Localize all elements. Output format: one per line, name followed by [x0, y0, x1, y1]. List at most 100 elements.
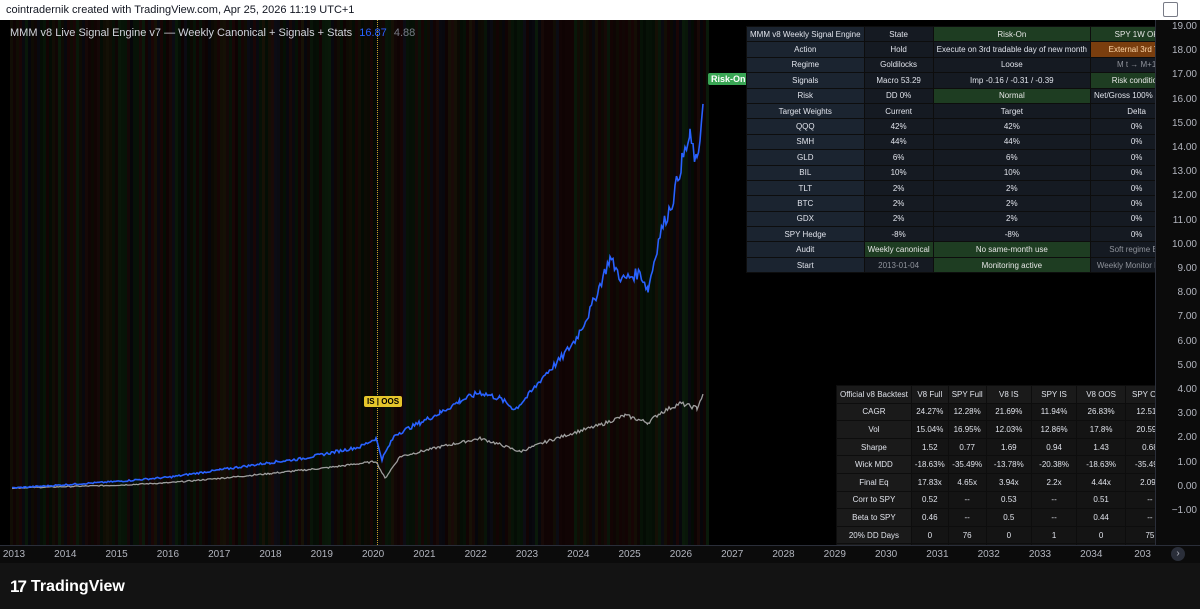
price-tick: 15.00 [1171, 117, 1197, 129]
table-cell: 75 [1125, 525, 1155, 545]
table-row: Action Hold Execute on 3rd tradable day of… [746, 41, 1155, 58]
table-row: RiskDD 0%NormalNet/Gross 100% / 116% [746, 87, 1155, 104]
table-cell: 12.03% [985, 420, 1032, 439]
table-cell: 10% [932, 164, 1092, 181]
table-cell: 0% [1089, 133, 1155, 151]
table-row: Beta to SPY 0.46 -- 0.5 -- 0.44 -- [836, 508, 1155, 527]
risk-on-marker: Risk-On [708, 73, 749, 85]
time-tick: 2026 [669, 549, 693, 560]
table-cell: Action [746, 41, 865, 58]
table-cell: 0.94 [1030, 437, 1078, 457]
table-row: TLT 2% 2% 0% [746, 179, 1155, 197]
table-cell: 44% [932, 133, 1092, 151]
table-cell: Execute on 3rd tradable day of new month [932, 41, 1092, 58]
time-tick: 2028 [772, 549, 795, 560]
table-cell: 6% [932, 149, 1092, 166]
table-cell: 0.51 [1076, 490, 1127, 510]
price-tick: 10.00 [1171, 238, 1197, 250]
spy-value: 4.88 [393, 27, 416, 39]
time-axis[interactable]: 2013 2014 2015 2016 2017 2018 2019 2020 2021 2022… [0, 545, 1200, 564]
table-cell: 0.77 [947, 437, 987, 457]
table-cell: 42% [932, 118, 1092, 135]
table-row: 20% DD Days 0 76 0 1 0 75 [836, 525, 1155, 545]
table-cell: 0.53 [985, 490, 1032, 510]
table-cell: -- [1030, 490, 1078, 510]
table-row: MMM v8 Weekly Signal Engine State Risk-On S… [746, 25, 1155, 43]
price-tick: 11.00 [1172, 214, 1197, 226]
indicator-legend[interactable]: MMM v8 Live Signal Engine v7 — Weekly Ca… [10, 27, 415, 39]
time-tick: 2024 [567, 549, 590, 560]
table-cell: Corr to SPY [836, 490, 912, 510]
table-cell: Net/Gross 100% / 116% [1089, 87, 1155, 104]
table-cell: Final Eq [836, 472, 912, 492]
table-header-cell: SPY IS [1030, 385, 1078, 404]
table-cell: 3.94x [985, 472, 1032, 492]
table-cell: 0% [1089, 226, 1155, 243]
table-cell: SMH [746, 133, 865, 151]
price-axis[interactable]: 19.00 18.00 17.00 16.00 15.00 14.00 13.00 12.00… [1155, 20, 1200, 545]
table-cell: 12.51% [1125, 402, 1155, 422]
time-tick: 2032 [977, 549, 1000, 560]
table-cell: 16.95% [947, 420, 987, 439]
table-cell: 2% [863, 195, 934, 212]
table-cell: 0% [1089, 210, 1155, 228]
equity-value: 16.87 [359, 27, 387, 39]
table-cell: Macro 53.29 [863, 72, 934, 89]
table-cell: Risk-On [932, 25, 1092, 43]
table-row: Signals Macro 53.29 Imp -0.16 / -0.31 / -0… [746, 72, 1155, 89]
table-cell: 10% [863, 164, 934, 181]
table-cell: -8% [863, 226, 934, 243]
time-tick: 2021 [413, 549, 436, 560]
table-cell: 2.2x [1030, 472, 1078, 492]
table-cell: BTC [746, 195, 865, 212]
table-cell: 0.52 [910, 490, 949, 510]
table-cell: Wick MDD [836, 455, 912, 474]
tradingview-wordmark: TradingView [30, 578, 125, 595]
time-tick: 2027 [721, 549, 744, 560]
table-cell: Audit [746, 241, 865, 258]
table-row: Vol15.04%16.95%12.03%12.86%17.8%20.59% [836, 420, 1155, 439]
price-tick: 1.00 [1177, 456, 1197, 468]
table-cell: -35.49% [1125, 455, 1155, 474]
table-cell: 11.94% [1030, 402, 1078, 422]
table-cell: 4.44x [1076, 472, 1127, 492]
table-cell: SPY 1W OK [1089, 25, 1155, 43]
table-header-cell: V8 Full [910, 385, 949, 404]
time-tick: 2030 [874, 549, 898, 560]
table-row: Audit Weekly canonical No same-month use So… [746, 241, 1155, 258]
time-tick: 2022 [464, 549, 487, 560]
price-tick: 18.00 [1171, 45, 1197, 57]
price-tick: −1.00 [1171, 505, 1197, 516]
tradingview-logo[interactable]: 17 TradingView [10, 577, 125, 597]
table-cell: -- [1125, 508, 1155, 527]
price-tick: 16.00 [1171, 93, 1197, 105]
table-cell: Risk [746, 87, 865, 104]
table-cell: -18.63% [1076, 455, 1127, 474]
time-tick: 2014 [54, 549, 77, 560]
chart-pane[interactable]: MMM v8 Live Signal Engine v7 — Weekly Ca… [0, 20, 1155, 545]
table-row: QQQ 42% 42% 0% [746, 118, 1155, 135]
table-row: SMH 44% 44% 0% [746, 133, 1155, 151]
table-cell: 2% [863, 179, 934, 197]
table-row: SPY Hedge -8% -8% 0% [746, 226, 1155, 243]
price-tick: 13.00 [1171, 166, 1197, 178]
table-cell: 2% [863, 210, 934, 228]
table-cell: Delta [1089, 102, 1155, 120]
table-row: BIL 10% 10% 0% [746, 164, 1155, 181]
table-row: Final Eq17.83x4.65x3.94x2.2x4.44x2.09x [836, 472, 1155, 492]
table-row: Regime Goldilocks Loose M t → M+1 [746, 56, 1155, 74]
scroll-right-button[interactable]: › [1171, 547, 1185, 561]
table-cell: DD 0% [863, 87, 934, 104]
table-cell: 2% [932, 179, 1092, 197]
table-cell: Monitoring active [932, 256, 1092, 274]
price-tick: 9.00 [1177, 263, 1197, 274]
table-cell: Loose [932, 56, 1092, 74]
table-cell: 1.52 [910, 437, 949, 457]
table-cell: Hold [863, 41, 934, 58]
table-cell: 0% [1089, 164, 1155, 181]
table-cell: -18.63% [910, 455, 949, 474]
table-cell: 2% [932, 195, 1092, 212]
table-cell: 12.28% [947, 402, 987, 422]
time-tick: 2031 [926, 549, 949, 560]
fullscreen-icon[interactable] [1163, 2, 1178, 17]
